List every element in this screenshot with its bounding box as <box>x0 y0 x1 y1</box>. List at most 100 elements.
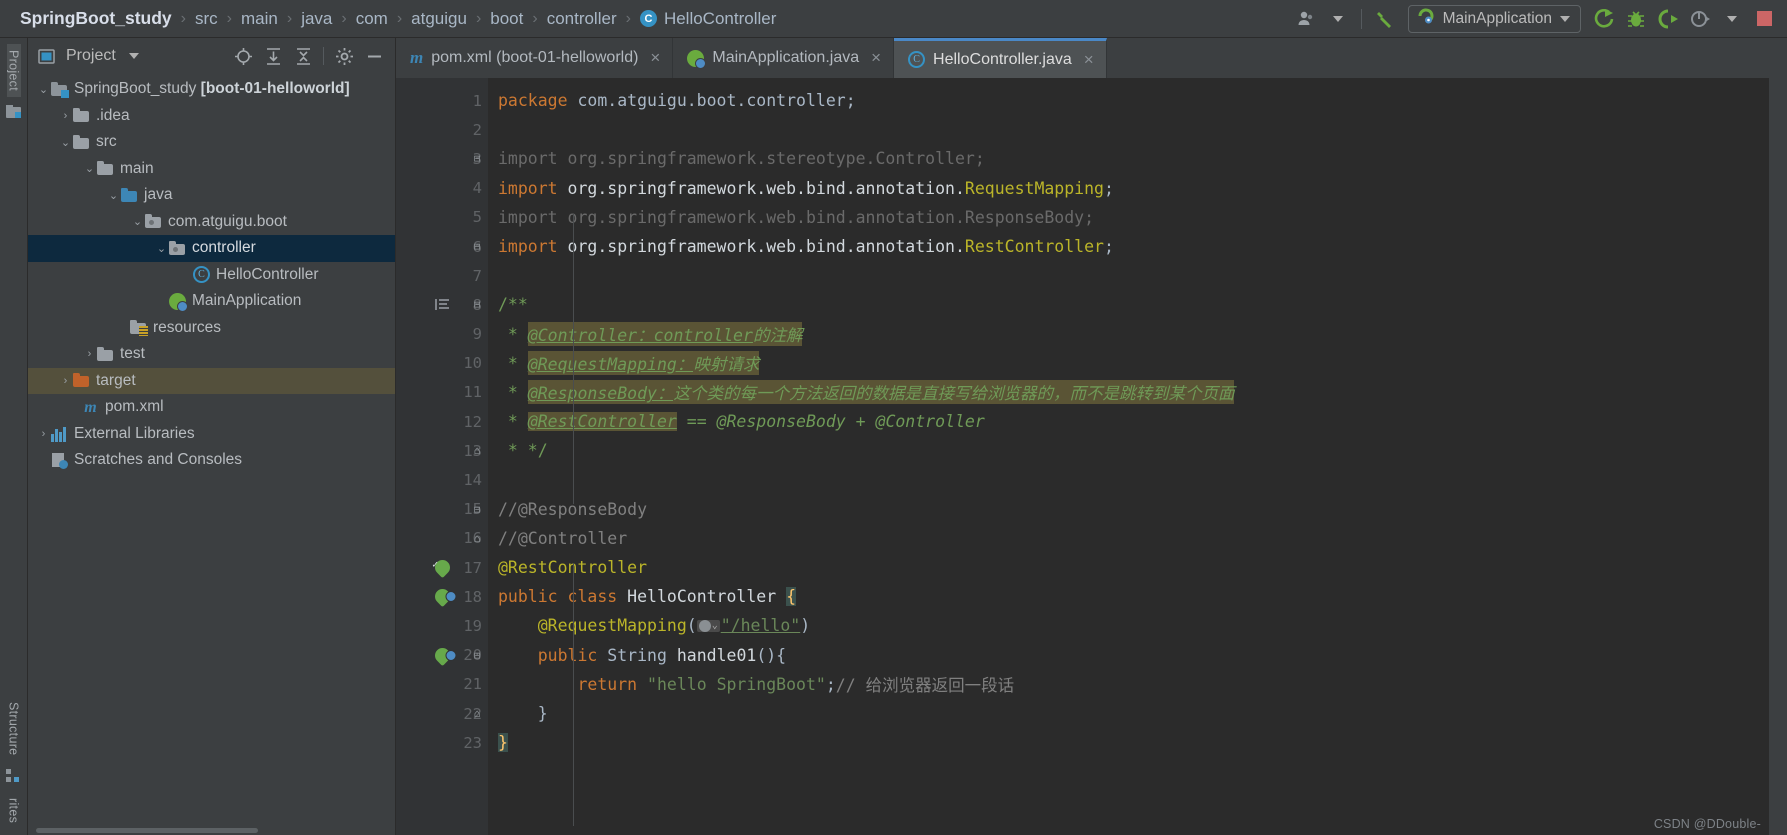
breadcrumb-item-src[interactable]: src <box>191 9 222 29</box>
tree-item-hellocontroller[interactable]: C HelloController <box>28 262 395 289</box>
tree-item-mainapplication[interactable]: MainApplication <box>28 288 395 315</box>
chevron-down-icon[interactable]: ⌄ <box>36 82 51 97</box>
breadcrumb-root[interactable]: SpringBoot_study <box>16 8 176 29</box>
project-folder-icon <box>51 81 69 98</box>
chevron-right-icon[interactable]: › <box>58 373 73 388</box>
project-tree-horizontal-scrollbar[interactable] <box>28 826 395 835</box>
code-line-22: } <box>537 704 548 724</box>
editor-gutter[interactable]: 1 2 3 ⊟ 4 5 6 ⊟ 7 8 ⊟ 9 10 11 12 13 ⌂ 14… <box>396 78 488 835</box>
spring-bean-check-icon[interactable] <box>431 556 453 579</box>
hammer-build-icon[interactable] <box>1370 5 1400 33</box>
chevron-down-icon[interactable]: ⌄ <box>82 161 97 176</box>
tab-hellocontroller-java[interactable]: C HelloController.java × <box>894 38 1107 78</box>
fold-end-icon[interactable]: ⌂ <box>470 531 484 545</box>
tree-item-package-controller[interactable]: ⌄ controller <box>28 235 395 262</box>
tree-item-main[interactable]: ⌄ main <box>28 156 395 183</box>
code-line-17: @RestController <box>488 553 1769 582</box>
chevron-down-icon[interactable]: ⌄ <box>154 241 169 256</box>
code-line-18: public class HelloController { <box>498 587 797 607</box>
chevron-down-icon[interactable] <box>128 53 139 59</box>
spring-bean-url-icon[interactable] <box>431 644 453 666</box>
spring-boot-class-icon <box>687 49 707 69</box>
fold-minus-icon[interactable]: ⊟ <box>470 152 484 166</box>
tree-item-springboot-study[interactable]: ⌄ SpringBoot_study [boot-01-helloworld] <box>28 76 395 103</box>
close-icon[interactable]: × <box>1084 50 1094 70</box>
profiler-icon[interactable] <box>1685 5 1715 33</box>
tab-pom-xml[interactable]: m pom.xml (boot-01-helloworld) × <box>396 38 674 78</box>
fold-minus-icon[interactable]: ⊟ <box>470 240 484 254</box>
user-dropdown-caret[interactable] <box>1323 5 1353 33</box>
breadcrumb-item-boot[interactable]: boot <box>486 9 527 29</box>
tree-item-resources[interactable]: resources <box>28 315 395 342</box>
run-icon[interactable] <box>1589 5 1619 33</box>
scratches-icon <box>51 452 68 469</box>
gutter-line: 17 <box>396 553 488 582</box>
chevron-right-icon[interactable]: › <box>58 108 73 123</box>
gear-icon[interactable] <box>331 44 357 68</box>
breadcrumb-item-atguigu[interactable]: atguigu <box>407 9 471 29</box>
tree-item-external-libraries[interactable]: › External Libraries <box>28 421 395 448</box>
run-configuration-selector[interactable]: MainApplication <box>1407 4 1581 33</box>
fold-minus-icon[interactable]: ⊟ <box>470 648 484 662</box>
stop-icon[interactable] <box>1749 5 1779 33</box>
maven-icon: m <box>410 48 424 67</box>
chevron-down-icon[interactable]: ⌄ <box>58 135 73 150</box>
collapse-all-icon[interactable] <box>290 44 316 68</box>
close-icon[interactable]: × <box>650 48 660 68</box>
fold-end-icon[interactable]: ⌂ <box>470 707 484 721</box>
debug-bug-icon[interactable] <box>1621 5 1651 33</box>
code-text[interactable]: package com.atguigu.boot.controller; imp… <box>488 78 1769 835</box>
doc-lines-icon[interactable] <box>434 297 450 313</box>
locate-in-tree-icon[interactable] <box>230 44 256 68</box>
folder-source-blue-icon <box>121 187 138 204</box>
profiler-dropdown-caret[interactable] <box>1717 5 1747 33</box>
breadcrumb-separator: › <box>180 9 186 27</box>
package-icon <box>145 213 162 230</box>
tree-item-pom-xml[interactable]: m pom.xml <box>28 394 395 421</box>
hide-icon[interactable] <box>361 44 387 68</box>
breadcrumb-file-label: HelloController <box>663 8 777 28</box>
close-icon[interactable]: × <box>871 48 881 68</box>
breadcrumb-item-controller[interactable]: controller <box>543 9 621 29</box>
spring-bean-sub-icon[interactable] <box>431 586 453 608</box>
fold-minus-icon[interactable]: ⊟ <box>470 298 484 312</box>
tree-item-test[interactable]: › test <box>28 341 395 368</box>
run-with-coverage-icon[interactable] <box>1653 5 1683 33</box>
fold-minus-icon[interactable]: ⊟ <box>470 502 484 516</box>
tool-tab-structure[interactable]: Structure <box>7 696 21 761</box>
structure-icon[interactable] <box>5 768 23 786</box>
breadcrumb-item-file[interactable]: C HelloController <box>636 9 780 29</box>
libraries-icon <box>51 425 68 443</box>
java-class-icon: C <box>908 51 926 68</box>
project-folder-strip-icon[interactable] <box>5 103 23 121</box>
tree-item-target[interactable]: › target <box>28 367 395 394</box>
folder-grey-icon <box>97 160 114 177</box>
user-avatar-icon[interactable] <box>1291 5 1321 33</box>
chevron-down-icon[interactable]: ⌄ <box>130 214 145 229</box>
project-tool-window: Project ⌄ SpringBoot_study [boot-01-hell… <box>28 38 396 835</box>
tool-tab-favorites[interactable]: rites <box>7 792 21 829</box>
chevron-right-icon[interactable]: › <box>82 347 97 362</box>
tree-item-src[interactable]: ⌄ src <box>28 129 395 156</box>
web-url-icon[interactable]: ⌄ <box>696 619 720 632</box>
folder-grey-icon <box>97 346 114 363</box>
breadcrumb-item-main[interactable]: main <box>237 9 282 29</box>
chevron-down-icon[interactable]: ⌄ <box>106 188 121 203</box>
expand-all-icon[interactable] <box>260 44 286 68</box>
breadcrumb-item-java[interactable]: java <box>297 9 336 29</box>
breadcrumb-item-com[interactable]: com <box>352 9 392 29</box>
editor-area: m pom.xml (boot-01-helloworld) × MainApp… <box>396 38 1769 835</box>
tree-item-scratches-and-consoles[interactable]: Scratches and Consoles <box>28 447 395 474</box>
fold-end-icon[interactable]: ⌂ <box>470 444 484 458</box>
code-editor[interactable]: 1 2 3 ⊟ 4 5 6 ⊟ 7 8 ⊟ 9 10 11 12 13 ⌂ 14… <box>396 78 1769 835</box>
code-line-5: import org.springframework.web.bind.anno… <box>498 207 1095 227</box>
tree-item-java[interactable]: ⌄ java <box>28 182 395 209</box>
tab-mainapplication-java[interactable]: MainApplication.java × <box>673 38 895 78</box>
tree-item-package-com-atguigu-boot[interactable]: ⌄ com.atguigu.boot <box>28 209 395 236</box>
editor-tab-bar: m pom.xml (boot-01-helloworld) × MainApp… <box>396 38 1769 78</box>
tree-item-idea[interactable]: › .idea <box>28 103 395 130</box>
tool-tab-project[interactable]: Project <box>6 44 21 98</box>
chevron-right-icon[interactable]: › <box>36 426 51 441</box>
project-tree: ⌄ SpringBoot_study [boot-01-helloworld] … <box>28 74 395 826</box>
